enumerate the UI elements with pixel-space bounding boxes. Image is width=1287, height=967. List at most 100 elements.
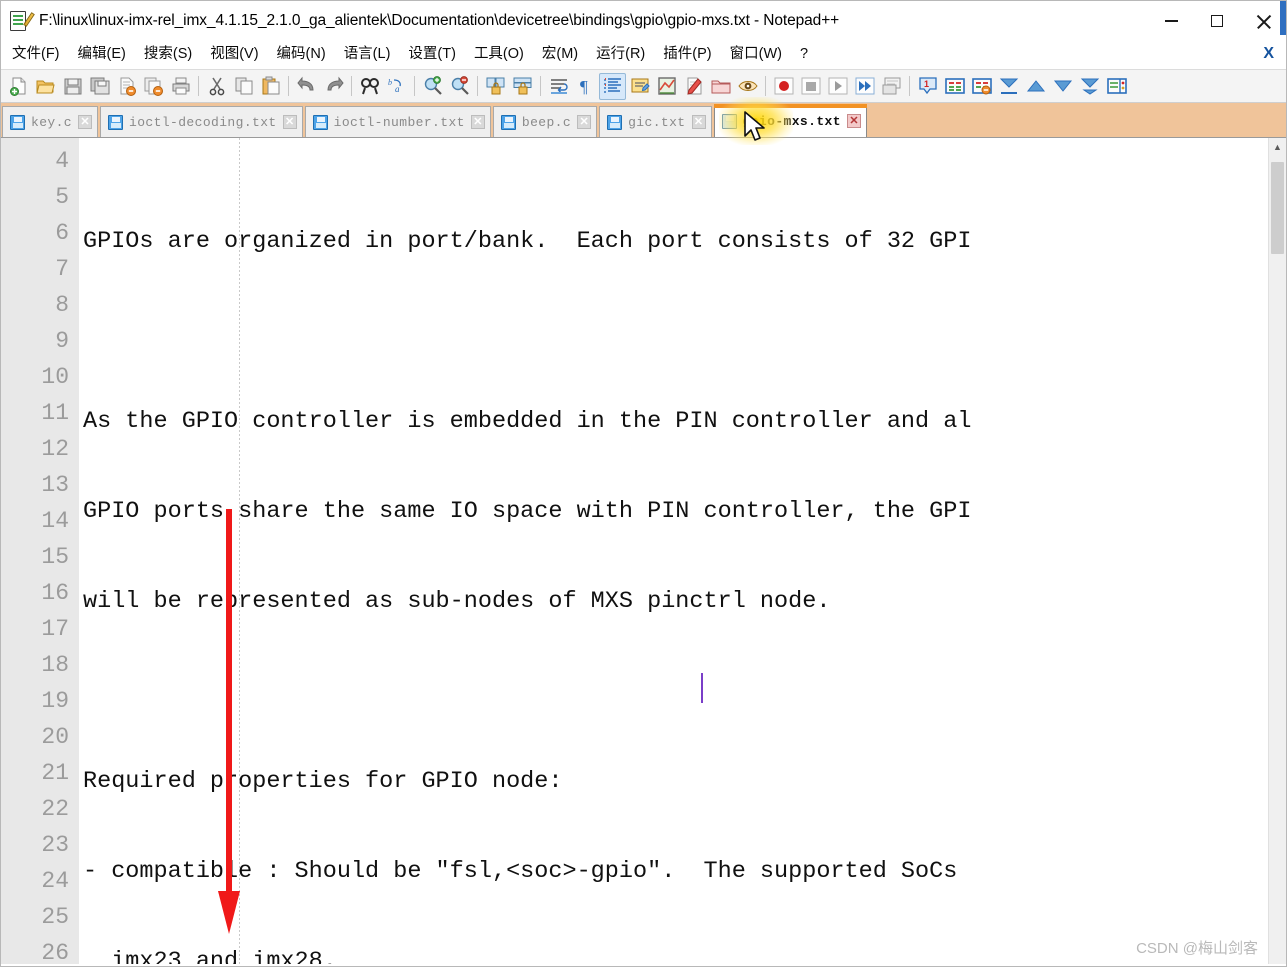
show-panel-button[interactable] [1103,73,1130,100]
menu-settings[interactable]: 设置(T) [399,44,465,66]
zoom-out-button[interactable] [446,73,473,100]
menu-edit[interactable]: 编辑(E) [69,44,135,66]
tab-label: ioctl-decoding.txt [129,114,277,130]
run-macro-multiple-button[interactable] [851,73,878,100]
replace-button[interactable]: b a [383,73,410,100]
line-number: 20 [41,724,69,750]
collapse-current-level-button[interactable] [995,73,1022,100]
hide-bookmarks-button[interactable] [968,73,995,100]
line-number: 6 [55,220,69,246]
saved-file-icon [10,114,25,130]
code-line[interactable]: GPIO ports share the same IO space with … [79,494,1286,530]
sync-vertical-scroll-button[interactable] [482,73,509,100]
tab-gpio-mxs-txt[interactable]: gpio-mxs.txt ✕ [713,104,868,137]
play-macro-button[interactable] [824,73,851,100]
save-button[interactable] [59,73,86,100]
svg-text:b: b [388,78,392,87]
save-macro-button[interactable] [878,73,905,100]
cut-button[interactable] [203,73,230,100]
menu-macro[interactable]: 宏(M) [533,44,587,66]
user-defined-language-button[interactable] [626,73,653,100]
indent-guide-button[interactable] [599,72,626,100]
tab-close-icon[interactable]: ✕ [282,115,297,129]
code-line[interactable]: Required properties for GPIO node: [79,764,1286,800]
folder-as-workspace-button[interactable] [707,73,734,100]
print-button[interactable] [167,73,194,100]
close-document-button[interactable]: X [1263,45,1274,63]
saved-file-icon [607,114,623,130]
collapse-all-button[interactable] [1076,73,1103,100]
menu-search[interactable]: 搜索(S) [135,44,201,66]
tab-close-icon[interactable]: ✕ [470,115,485,129]
new-file-button[interactable] [5,73,32,100]
tab-close-icon[interactable]: ✕ [691,115,706,129]
find-button[interactable] [356,73,383,100]
sync-horizontal-scroll-button[interactable] [509,73,536,100]
svg-text:¶: ¶ [580,77,588,96]
menu-plugins[interactable]: 插件(P) [654,44,720,66]
show-all-characters-button[interactable]: ¶ [572,73,599,100]
menu-view[interactable]: 视图(V) [201,44,267,66]
menu-tools[interactable]: 工具(O) [465,44,533,66]
document-map-button[interactable] [653,73,680,100]
code-line[interactable]: imx23 and imx28. [79,944,1286,964]
function-list-button[interactable] [680,73,707,100]
line-number: 15 [41,544,69,570]
toolbar-separator [477,76,478,96]
code-line[interactable]: will be represented as sub-nodes of MXS … [79,584,1286,620]
line-number: 22 [41,796,69,822]
menu-file[interactable]: 文件(F) [3,44,69,66]
tab-close-icon[interactable]: ✕ [577,115,592,129]
code-line[interactable]: - compatible : Should be "fsl,<soc>-gpio… [79,854,1286,890]
stop-macro-button[interactable] [797,73,824,100]
code-line[interactable]: As the GPIO controller is embedded in th… [79,404,1286,440]
show-all-bookmarks-button[interactable] [941,73,968,100]
undo-button[interactable] [293,73,320,100]
scrollbar-thumb[interactable] [1271,162,1284,254]
zoom-in-button[interactable] [419,73,446,100]
tab-key-c[interactable]: key.c ✕ [2,106,99,137]
menu-run[interactable]: 运行(R) [587,44,654,66]
maximize-button[interactable] [1194,1,1240,41]
tab-ioctl-decoding-txt[interactable]: ioctl-decoding.txt ✕ [100,106,303,137]
minimize-button[interactable] [1148,1,1194,41]
tab-gic-txt[interactable]: gic.txt ✕ [599,106,712,137]
code-line[interactable]: GPIOs are organized in port/bank. Each p… [79,224,1286,260]
save-all-button[interactable] [86,73,113,100]
redo-button[interactable] [320,73,347,100]
menu-encoding[interactable]: 编码(N) [268,44,335,66]
menu-language[interactable]: 语言(L) [335,44,400,66]
toolbar-separator [198,76,199,96]
tab-ioctl-number-txt[interactable]: ioctl-number.txt ✕ [304,106,491,137]
saved-file-icon [108,114,124,130]
scroll-up-arrow-icon[interactable]: ▲ [1269,138,1286,156]
close-all-files-button[interactable] [140,73,167,100]
tab-label: ioctl-number.txt [333,114,465,130]
line-number: 19 [41,688,69,714]
expand-down-button[interactable] [1049,73,1076,100]
close-file-button[interactable] [113,73,140,100]
tab-label: gpio-mxs.txt [742,113,841,129]
window-title: F:\linux\linux-imx-rel_imx_4.1.15_2.1.0_… [39,11,840,29]
expand-up-button[interactable] [1022,73,1049,100]
menu-help[interactable]: ? [791,44,817,66]
tab-beep-c[interactable]: beep.c ✕ [492,106,598,137]
tab-close-icon[interactable]: ✕ [78,115,93,129]
line-number: 9 [55,328,69,354]
line-number: 26 [41,940,69,964]
word-wrap-button[interactable] [545,73,572,100]
open-file-button[interactable] [32,73,59,100]
tab-close-icon[interactable]: ✕ [846,114,861,128]
title-bar: F:\linux\linux-imx-rel_imx_4.1.15_2.1.0_… [1,1,1286,41]
code-text-area[interactable]: GPIOs are organized in port/bank. Each p… [79,138,1286,964]
vertical-scrollbar[interactable]: ▲ [1268,138,1286,964]
code-line[interactable] [79,674,1286,710]
code-line[interactable] [79,314,1286,350]
copy-button[interactable] [230,73,257,100]
line-number: 21 [41,760,69,786]
monitoring-button[interactable] [734,73,761,100]
menu-window[interactable]: 窗口(W) [721,44,791,66]
record-macro-button[interactable] [770,73,797,100]
bookmark-button[interactable]: 1 [914,73,941,100]
paste-button[interactable] [257,73,284,100]
